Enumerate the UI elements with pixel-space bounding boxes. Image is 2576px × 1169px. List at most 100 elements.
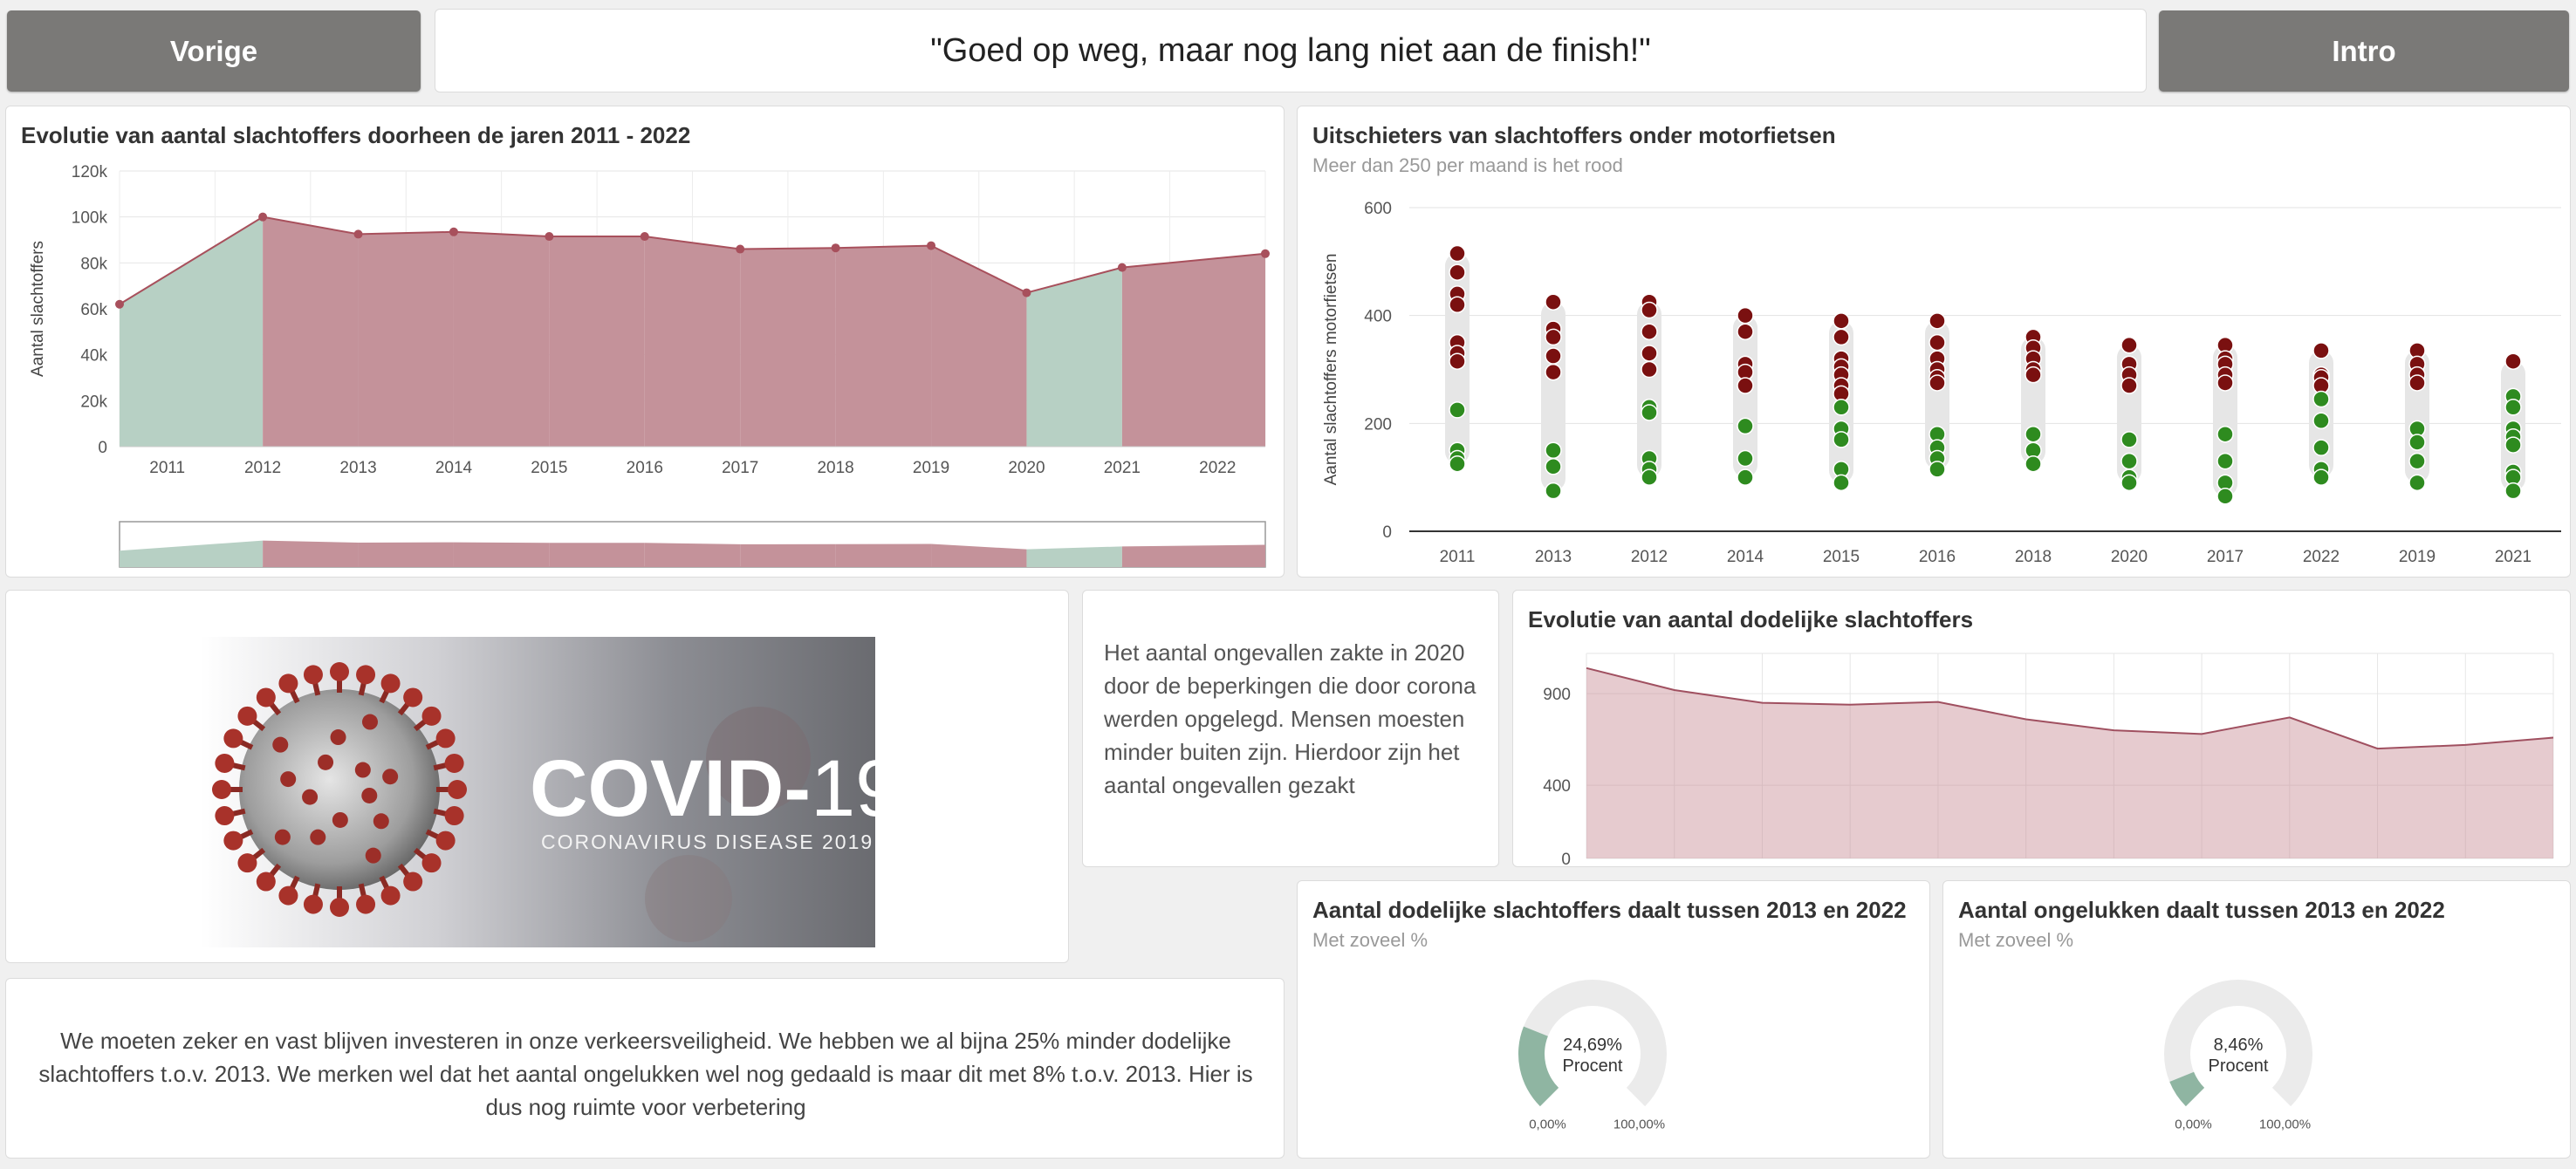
- previous-button[interactable]: Vorige: [7, 10, 421, 92]
- virus-surface-protein: [330, 729, 346, 746]
- scatter-point: [1545, 293, 1562, 311]
- data-point: [1261, 249, 1270, 258]
- scatter-point: [2312, 412, 2330, 429]
- scatter-point: [1449, 244, 1466, 263]
- virus-surface-protein: [382, 769, 399, 785]
- virus-spike-head: [215, 806, 235, 826]
- virus-spike-head: [330, 898, 349, 917]
- accidents-gauge-panel: Aantal ongelukken daalt tussen 2013 en 2…: [1942, 880, 2571, 1159]
- virus-surface-protein: [310, 829, 326, 845]
- navigator-area-segment: [740, 543, 836, 567]
- scatter-point: [2408, 434, 2426, 451]
- navigator-area-segment: [549, 543, 645, 567]
- gauge-min-label: 0,00%: [1529, 1117, 1566, 1131]
- virus-surface-protein: [365, 847, 381, 864]
- navigator-area-segment: [644, 543, 741, 567]
- scatter-point: [1545, 458, 1562, 475]
- intro-button[interactable]: Intro: [2159, 10, 2569, 92]
- x-tick-label: 2013: [339, 459, 376, 477]
- virus-spike-head: [223, 728, 243, 749]
- y-tick-label: 120k: [72, 163, 108, 181]
- virus-spike-head: [256, 872, 276, 892]
- corona-text-panel: Het aantal ongevallen zakte in 2020 door…: [1082, 590, 1499, 867]
- virus-surface-protein: [318, 754, 334, 770]
- scatter-point: [1641, 301, 1658, 319]
- gauge-unit-label: Procent: [2209, 1056, 2269, 1076]
- scatter-point: [2120, 377, 2138, 394]
- data-point: [831, 243, 840, 253]
- virus-spike-head: [403, 872, 423, 892]
- scatter-point: [1449, 455, 1466, 473]
- scatter-point: [2504, 352, 2522, 370]
- area-segment: [931, 245, 1027, 447]
- virus-surface-protein: [272, 736, 289, 753]
- accidents-gauge: 8,46%Procent 0,00% 100,00%: [2164, 980, 2312, 1131]
- y-axis-label: Aantal slachtoffers: [29, 241, 47, 377]
- scatter-point: [1545, 482, 1562, 500]
- navigator-area-segment: [358, 542, 454, 567]
- virus-surface-protein: [302, 789, 319, 805]
- area-segment: [740, 248, 836, 447]
- scatter-point: [2120, 474, 2138, 492]
- x-tick-label: 2020: [2111, 548, 2148, 566]
- scatter-point: [1929, 333, 1946, 352]
- x-tick-label: 2017: [722, 459, 758, 477]
- virus-spike-head: [256, 687, 276, 708]
- summary-panel: We moeten zeker en vast blijven invester…: [5, 978, 1285, 1159]
- virus-spike-head: [380, 673, 401, 694]
- scatter-point: [1929, 461, 1946, 478]
- virus-surface-protein: [362, 714, 379, 730]
- virus-surface-protein: [354, 762, 371, 778]
- deaths-chart-panel: Evolutie van aantal dodelijke slachtoffe…: [1512, 590, 2571, 868]
- virus-spike-head: [421, 853, 442, 873]
- virus-spike-head: [278, 673, 298, 694]
- virus-spike-head: [444, 753, 464, 773]
- x-tick-label: 2012: [244, 459, 281, 477]
- x-tick-label: 2015: [1823, 548, 1860, 566]
- data-point: [927, 241, 936, 250]
- scatter-point: [2216, 374, 2234, 392]
- gauge-value-label: 8,46%: [2214, 1036, 2264, 1055]
- navigator-area-segment: [835, 543, 932, 567]
- scatter-point: [1641, 360, 1658, 379]
- scatter-point: [2504, 482, 2522, 500]
- scatter-point: [2120, 336, 2138, 354]
- scatter-point: [2216, 452, 2234, 470]
- gauge-value-label: 24,69%: [1563, 1036, 1622, 1055]
- victims-area-chart: 0 20k 40k 60k 80k 100k 120k 2011 2012 2013 2014 201…: [29, 163, 1270, 568]
- data-point: [736, 244, 745, 254]
- y-axis-label: Aantal slachtoffers motorfietsen: [1322, 254, 1340, 486]
- x-tick-label: 2019: [913, 459, 949, 477]
- corona-text: Het aantal ongevallen zakte in 2020 door…: [1104, 639, 1476, 798]
- y-tick-label: 80k: [80, 255, 107, 273]
- scatter-point: [1833, 474, 1850, 492]
- x-tick-label: 2011: [149, 459, 185, 477]
- area-segment: [549, 236, 645, 447]
- navigator-area-segment: [453, 542, 550, 567]
- virus-spike-head: [380, 885, 401, 906]
- gauge-unit-label: Procent: [1563, 1056, 1623, 1076]
- navigator-area-segment: [1121, 544, 1265, 567]
- x-tick-label: 2020: [1008, 459, 1045, 477]
- scatter-point: [2504, 436, 2522, 454]
- scatter-point: [1929, 374, 1946, 392]
- scatter-point: [1737, 417, 1754, 435]
- x-tick-label: 2015: [531, 459, 567, 477]
- area-segment: [1026, 267, 1122, 447]
- scatter-point: [2120, 452, 2138, 470]
- virus-spike-head: [212, 780, 231, 799]
- covid-headline: COVID-19: [530, 744, 875, 833]
- x-tick-label: 2014: [1727, 548, 1764, 566]
- scatter-point: [2216, 488, 2234, 505]
- virus-spike-head: [356, 894, 376, 914]
- covid-banner-image: COVID-19 CORONAVIRUS DISEASE 2019: [200, 637, 875, 947]
- x-tick-label: 2021: [1104, 459, 1141, 477]
- scatter-point: [1833, 399, 1850, 416]
- scatter-point: [2024, 366, 2042, 384]
- data-point: [115, 299, 124, 309]
- area-segment: [1121, 253, 1265, 447]
- scatter-point: [1545, 328, 1562, 346]
- virus-surface-protein: [274, 829, 291, 845]
- area-segment: [453, 231, 550, 447]
- virus-spike-head: [356, 665, 376, 685]
